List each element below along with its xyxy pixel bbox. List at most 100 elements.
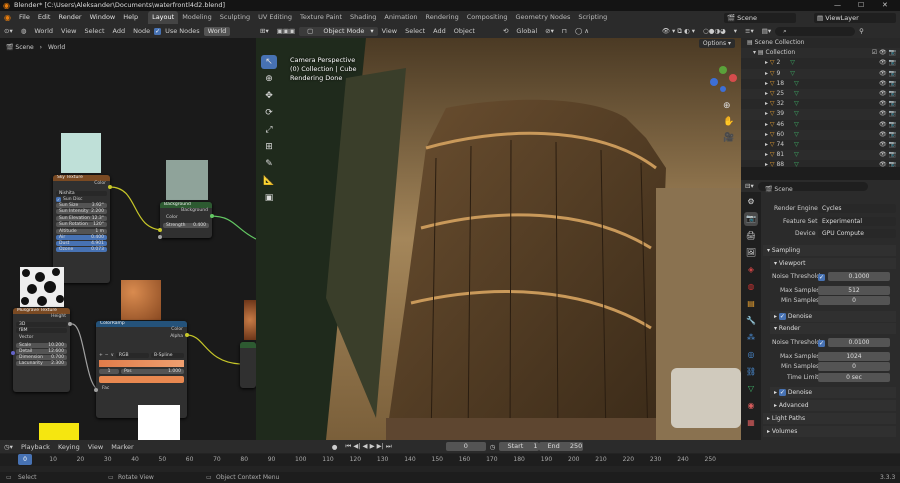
- workspace-tab-scripting[interactable]: Scripting: [574, 11, 611, 24]
- snap-icon[interactable]: ⊓: [558, 27, 571, 35]
- object-mode-dropdown[interactable]: ▢ Object Mode ▾: [299, 26, 378, 36]
- zoom-icon[interactable]: ⊕: [723, 98, 734, 114]
- render-tab-icon[interactable]: 📷: [744, 212, 758, 226]
- volumes-panel-header[interactable]: ▸ Volumes: [763, 426, 896, 437]
- timeline-menu-view[interactable]: View: [84, 443, 107, 451]
- tool-tab-icon[interactable]: ⚙: [744, 195, 758, 209]
- add-stop-icon[interactable]: +: [99, 353, 103, 358]
- workspace-tab-sculpting[interactable]: Sculpting: [216, 11, 254, 24]
- visibility-icons[interactable]: 👁 📷: [879, 69, 896, 79]
- viewport-menu-add[interactable]: Add: [429, 27, 450, 35]
- colorramp-node[interactable]: ColorRamp Color Alpha + − ∨ RGB B-Spline…: [96, 321, 187, 418]
- current-frame-field[interactable]: 0: [445, 442, 486, 451]
- sky-type-dropdown[interactable]: Nishita: [56, 191, 107, 196]
- blender-menu-icon[interactable]: ◉: [0, 13, 15, 22]
- vp-noise-checkbox[interactable]: ✓: [818, 274, 825, 281]
- outliner-object-row[interactable]: ▸ ▽ 81 ▽ 👁 📷: [741, 150, 900, 161]
- advanced-panel-header[interactable]: ▸ Advanced: [770, 400, 896, 411]
- outliner-object-row[interactable]: ▸ ▽ 9 ▽ 👁 📷: [741, 68, 900, 79]
- outliner-object-row[interactable]: ▸ ▽ 74 ▽ 👁 📷: [741, 140, 900, 150]
- r-noise-field[interactable]: 0.0100: [828, 338, 890, 347]
- menu-edit[interactable]: Edit: [34, 11, 55, 24]
- checkbox-icon[interactable]: ☑ 👁 📷: [872, 48, 896, 58]
- background-node[interactable]: Background Background Color Strength 0.40…: [160, 202, 212, 238]
- ramp-stop-index[interactable]: 1: [99, 369, 119, 374]
- bg-out-socket[interactable]: [210, 214, 214, 218]
- visibility-icons[interactable]: 👁 📷: [879, 120, 896, 130]
- viewlayer-tab-icon[interactable]: 🖼: [744, 246, 758, 260]
- select-mode-icons[interactable]: ▣▣▣: [273, 27, 299, 35]
- sun-rotation-field[interactable]: Sun Rotation 120°: [56, 222, 107, 227]
- workspace-tab-shading[interactable]: Shading: [346, 11, 380, 24]
- menu-window[interactable]: Window: [86, 11, 120, 24]
- visibility-icons[interactable]: 👁 📷: [879, 58, 896, 68]
- timeline-menu-keying[interactable]: Keying: [54, 443, 84, 451]
- close-icon[interactable]: ✕: [882, 0, 888, 11]
- visibility-icons[interactable]: 👁 📷: [879, 109, 896, 119]
- visibility-icons[interactable]: 👁 📷: [879, 79, 896, 89]
- select-box-tool-icon[interactable]: ↖: [261, 55, 277, 69]
- render-engine-dropdown[interactable]: Cycles: [818, 204, 896, 213]
- modifier-tab-icon[interactable]: 🔧: [744, 314, 758, 328]
- viewlayer-selector[interactable]: ▤ ViewLayer: [814, 12, 896, 23]
- detail-field[interactable]: Detail 12.600: [16, 349, 67, 354]
- sun-disc-toggle[interactable]: ✓ Sun Disc: [56, 197, 107, 202]
- lacunarity-field[interactable]: Lacunarity 2.300: [16, 361, 67, 366]
- options-dropdown[interactable]: Options ▾: [698, 39, 735, 48]
- timeline-menu-marker[interactable]: Marker: [107, 443, 137, 451]
- workspace-tab-compositing[interactable]: Compositing: [463, 11, 512, 24]
- musgrave-vector-socket[interactable]: [11, 351, 15, 355]
- ramp-stop-color[interactable]: [99, 376, 184, 383]
- vp-denoise-header[interactable]: ▸ ✓ Denoise: [770, 311, 896, 322]
- visibility-icons[interactable]: 👁 📷: [879, 130, 896, 140]
- shading-modes[interactable]: ○●◑◕: [699, 27, 730, 35]
- viewport-menu-object[interactable]: Object: [450, 27, 479, 35]
- workspace-tab-texture-paint[interactable]: Texture Paint: [296, 11, 346, 24]
- strength-field[interactable]: Strength 0.400: [163, 223, 209, 228]
- end-frame-field[interactable]: End 250: [539, 442, 584, 451]
- visibility-icons[interactable]: 👁 📷: [879, 160, 896, 167]
- outliner-object-row[interactable]: ▸ ▽ 18 ▽ 👁 📷: [741, 79, 900, 89]
- constraints-tab-icon[interactable]: ⛓: [744, 365, 758, 379]
- ramp-color-socket[interactable]: [185, 333, 189, 337]
- outliner-object-row[interactable]: ▸ ▽ 39 ▽ 👁 📷: [741, 109, 900, 120]
- sun-size-field[interactable]: Sun Size 3.92°: [56, 203, 107, 208]
- scale-field[interactable]: Scale 10.200: [16, 343, 67, 348]
- time-limit-field[interactable]: 0 sec: [818, 373, 890, 382]
- visibility-icons[interactable]: 👁 📷: [879, 140, 896, 150]
- record-icon[interactable]: ●: [328, 443, 342, 451]
- scene-tab-icon[interactable]: ◈: [744, 263, 758, 277]
- gizmo-x-axis[interactable]: [729, 74, 737, 82]
- r-denoise-header[interactable]: ▸ ✓ Denoise: [770, 387, 896, 398]
- workspace-tab-uv-editing[interactable]: UV Editing: [254, 11, 296, 24]
- scene-selector[interactable]: 🎬 Scene: [724, 12, 796, 23]
- viewport-menu-view[interactable]: View: [378, 27, 401, 35]
- remove-stop-icon[interactable]: −: [105, 353, 109, 358]
- partial-node[interactable]: [240, 342, 256, 388]
- gizmo-neg-z[interactable]: [720, 86, 726, 92]
- minimize-icon[interactable]: —: [834, 0, 841, 11]
- rotate-tool-icon[interactable]: ⟳: [261, 106, 277, 120]
- visibility-icons[interactable]: 👁 📷: [879, 89, 896, 99]
- gizmo-y-axis[interactable]: [719, 66, 727, 74]
- collection-tab-icon[interactable]: ▤: [744, 297, 758, 311]
- menu-file[interactable]: File: [15, 11, 34, 24]
- filter-icon[interactable]: ⚲: [855, 27, 868, 35]
- dimension-field[interactable]: Dimension 0.700: [16, 355, 67, 360]
- outliner-object-row[interactable]: ▸ ▽ 2 ▽ 👁 📷: [741, 58, 900, 68]
- vp-noise-field[interactable]: 0.1000: [828, 272, 890, 281]
- gizmo-z-axis[interactable]: [710, 78, 718, 86]
- visibility-icons[interactable]: 👁 📷: [879, 150, 896, 160]
- altitude-field[interactable]: Altitude 1 m: [56, 229, 107, 234]
- sun-disc-checkbox[interactable]: ✓: [56, 197, 61, 202]
- vp-min-samples-field[interactable]: 0: [818, 296, 890, 305]
- outliner-object-row[interactable]: ▸ ▽ 88 ▽ 👁 📷: [741, 160, 900, 167]
- outliner-display-icon[interactable]: ▤▾: [758, 27, 775, 35]
- start-frame-field[interactable]: Start 1: [499, 442, 540, 451]
- ramp-interpolation[interactable]: B-Spline: [150, 353, 185, 358]
- output-tab-icon[interactable]: 🖨: [744, 229, 758, 243]
- sky-color-socket[interactable]: [108, 185, 112, 189]
- ramp-pos-field[interactable]: Pos 1.000: [121, 369, 184, 374]
- menu-help[interactable]: Help: [119, 11, 142, 24]
- properties-editor-icon[interactable]: ⊟▾: [741, 182, 758, 190]
